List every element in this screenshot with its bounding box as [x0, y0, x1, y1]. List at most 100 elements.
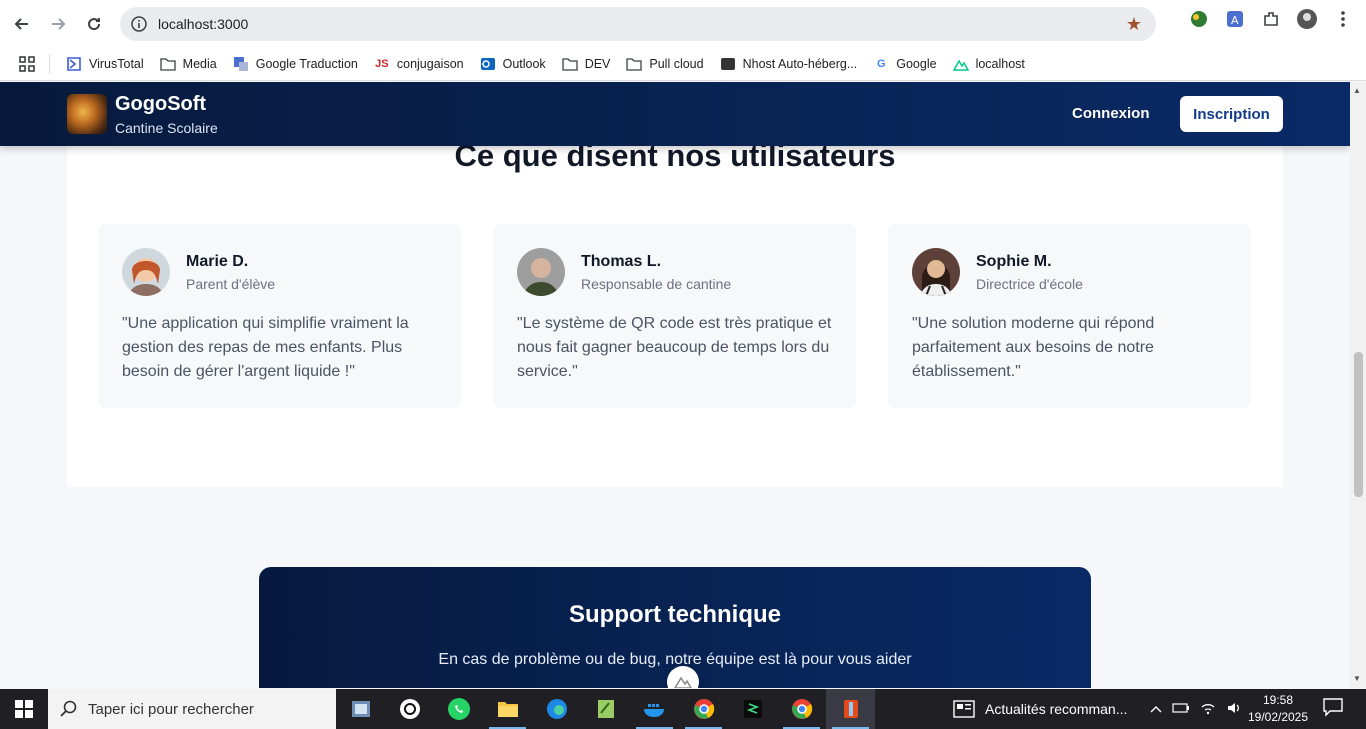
bookmark-virustotal[interactable]: VirusTotal — [66, 56, 144, 72]
svg-text:A: A — [1231, 14, 1239, 27]
testimonial-name: Thomas L. — [581, 253, 662, 270]
reload-icon — [88, 18, 101, 31]
avatar — [912, 248, 960, 296]
volume-icon[interactable] — [1226, 701, 1242, 718]
site-info-icon[interactable] — [129, 14, 149, 34]
bookmark-label: Media — [182, 57, 217, 71]
taskbar-app-whatsapp[interactable] — [434, 689, 483, 729]
nuxt-icon — [674, 676, 692, 688]
virustotal-icon — [66, 56, 82, 72]
bookmark-label: localhost — [975, 57, 1025, 71]
folder-icon — [562, 56, 578, 72]
chevron-up-icon[interactable] — [1150, 702, 1162, 716]
back-button[interactable] — [6, 8, 38, 40]
google-icon: G — [876, 58, 886, 70]
bookmark-pull-cloud[interactable]: Pull cloud — [626, 56, 704, 72]
start-button[interactable] — [0, 689, 48, 729]
battery-icon[interactable] — [1172, 702, 1190, 717]
bookmark-label: Pull cloud — [649, 57, 704, 71]
conjugaison-icon: JS — [375, 58, 389, 70]
system-tray — [1150, 689, 1242, 729]
search-icon — [60, 700, 77, 717]
clock-date: 19/02/2025 — [1247, 710, 1309, 724]
bookmark-google-traduction[interactable]: Google Traduction — [233, 56, 358, 72]
news-widget[interactable]: Actualités recomman... — [953, 689, 1127, 729]
page-scrollbar[interactable]: ▲ ▼ — [1350, 82, 1366, 688]
taskbar-app-docker[interactable] — [630, 689, 679, 729]
signup-button[interactable]: Inscription — [1180, 96, 1283, 132]
avatar — [122, 248, 170, 296]
brand-subtitle: Cantine Scolaire — [115, 120, 218, 136]
testimonial-card: Thomas L. Responsable de cantine "Le sys… — [493, 224, 856, 408]
taskbar-app-photos[interactable] — [336, 689, 385, 729]
testimonial-name: Marie D. — [186, 253, 249, 270]
taskbar-app-edge[interactable] — [532, 689, 581, 729]
testimonial-card: Sophie M. Directrice d'école "Une soluti… — [888, 224, 1251, 408]
avatar — [517, 248, 565, 296]
google-translate-icon — [233, 56, 249, 72]
extensions-puzzle-icon[interactable] — [1260, 8, 1282, 30]
bookmark-star-icon[interactable]: ★ — [1126, 14, 1142, 35]
bookmark-outlook[interactable]: Outlook — [480, 56, 546, 72]
bookmarks-bar: VirusTotal Media Google Traduction JS con… — [0, 48, 1366, 81]
clock-time: 19:58 — [1262, 693, 1294, 707]
testimonial-role: Directrice d'école — [976, 276, 1083, 292]
wifi-icon[interactable] — [1200, 701, 1216, 718]
profile-avatar[interactable] — [1296, 8, 1318, 30]
bookmark-localhost[interactable]: localhost — [952, 56, 1025, 72]
notification-icon[interactable] — [1322, 697, 1346, 721]
support-title: Support technique — [569, 601, 781, 628]
taskbar-app-notepadplus[interactable] — [581, 689, 630, 729]
testimonial-role: Parent d'élève — [186, 276, 276, 292]
bookmark-google[interactable]: G Google — [873, 56, 937, 72]
scroll-up-icon[interactable]: ▲ — [1353, 86, 1361, 95]
page-viewport: Ce que disent nos utilisateurs Marie D. … — [0, 82, 1350, 688]
taskbar-app-chrome-profile[interactable] — [679, 689, 728, 729]
menu-dots-icon[interactable] — [1332, 8, 1354, 30]
extension-globe-icon[interactable] — [1188, 8, 1210, 30]
translate-extension-icon[interactable]: A — [1224, 8, 1246, 30]
testimonial-role: Responsable de cantine — [581, 276, 732, 292]
apps-grid-icon[interactable] — [4, 54, 50, 74]
url-text[interactable]: localhost:3000 — [158, 16, 248, 32]
nhost-icon — [720, 56, 736, 72]
windows-taskbar: Taper ici pour rechercher Actualités rec… — [0, 689, 1366, 729]
testimonial-name: Sophie M. — [976, 253, 1052, 270]
testimonial-quote: "Le système de QR code est très pratique… — [517, 315, 832, 380]
arrow-left-icon — [14, 18, 28, 30]
login-link[interactable]: Connexion — [1072, 105, 1150, 122]
reload-button[interactable] — [78, 8, 110, 40]
bookmark-label: Google — [896, 57, 937, 71]
brand-name[interactable]: GogoSoft — [115, 93, 206, 116]
outlook-icon — [480, 56, 496, 72]
address-bar[interactable]: localhost:3000 ★ — [120, 7, 1156, 41]
site-header: GogoSoft Cantine Scolaire Connexion Insc… — [0, 82, 1350, 146]
bookmark-nhost[interactable]: Nhost Auto-héberg... — [720, 56, 858, 72]
bookmark-label: Google Traduction — [255, 57, 358, 71]
bookmark-label: VirusTotal — [89, 57, 144, 71]
testimonial-card: Marie D. Parent d'élève "Une application… — [98, 224, 461, 408]
bookmark-label: DEV — [584, 57, 611, 71]
folder-icon — [160, 56, 176, 72]
taskbar-app-terminal[interactable] — [728, 689, 777, 729]
scroll-thumb[interactable] — [1354, 352, 1363, 497]
folder-icon — [626, 56, 643, 72]
bookmark-label: conjugaison — [396, 57, 464, 71]
bookmark-label: Nhost Auto-héberg... — [742, 57, 858, 71]
testimonial-quote: "Une application qui simplifie vraiment … — [122, 315, 409, 380]
bookmark-media[interactable]: Media — [160, 56, 217, 72]
testimonial-quote: "Une solution moderne qui répond parfait… — [912, 315, 1155, 380]
site-logo[interactable] — [67, 94, 107, 134]
taskbar-app-file-explorer[interactable] — [483, 689, 532, 729]
taskbar-app-active-window[interactable] — [826, 689, 875, 729]
taskbar-app-chatgpt[interactable] — [385, 689, 434, 729]
bookmark-conjugaison[interactable]: JS conjugaison — [374, 56, 464, 72]
forward-button[interactable] — [42, 8, 74, 40]
system-clock[interactable]: 19:58 19/02/2025 — [1246, 692, 1310, 726]
bookmark-dev[interactable]: DEV — [562, 56, 611, 72]
scroll-down-icon[interactable]: ▼ — [1353, 674, 1361, 683]
taskbar-app-chrome[interactable] — [777, 689, 826, 729]
support-subtitle: En cas de problème ou de bug, notre équi… — [438, 651, 912, 668]
windows-logo-icon — [15, 700, 33, 718]
taskbar-search[interactable]: Taper ici pour rechercher — [48, 689, 336, 729]
